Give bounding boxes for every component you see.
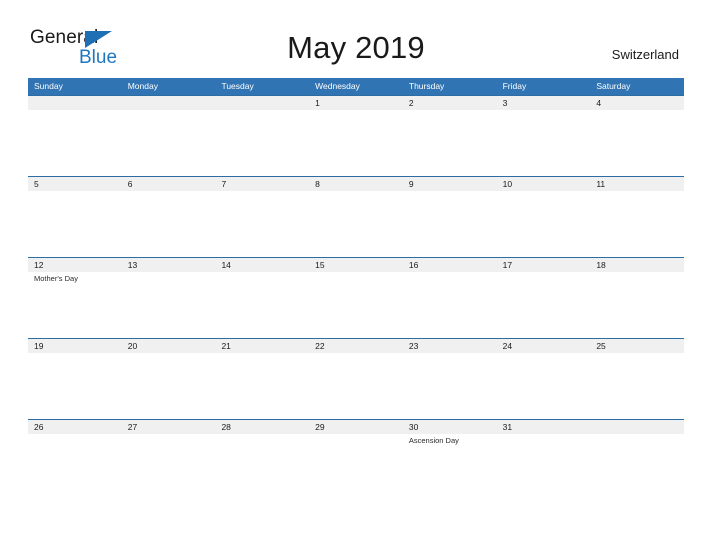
day-number[interactable]: 7	[215, 177, 309, 191]
day-number[interactable]: 11	[590, 177, 684, 191]
day-cell[interactable]	[403, 191, 497, 257]
day-cell[interactable]	[215, 110, 309, 176]
day-number[interactable]: 31	[497, 420, 591, 434]
calendar-grid: Sunday Monday Tuesday Wednesday Thursday…	[28, 78, 684, 500]
day-cell[interactable]	[122, 272, 216, 338]
weekday-header-row: Sunday Monday Tuesday Wednesday Thursday…	[28, 78, 684, 95]
weekday-saturday: Saturday	[596, 81, 631, 91]
day-number[interactable]: 17	[497, 258, 591, 272]
weekday-wednesday: Wednesday	[315, 81, 360, 91]
day-cell[interactable]	[590, 191, 684, 257]
weekday-sunday: Sunday	[34, 81, 63, 91]
day-number[interactable]: 30	[403, 420, 497, 434]
day-cell[interactable]	[215, 353, 309, 419]
day-number[interactable]: 23	[403, 339, 497, 353]
day-number[interactable]: 22	[309, 339, 403, 353]
day-number[interactable]: 4	[590, 96, 684, 110]
weekday-friday: Friday	[502, 81, 527, 91]
day-number[interactable]: 18	[590, 258, 684, 272]
day-number[interactable]: 13	[122, 258, 216, 272]
week-event-band: Ascension Day	[28, 434, 684, 500]
day-cell[interactable]	[28, 434, 122, 500]
event-label: Ascension Day	[408, 436, 459, 445]
day-cell[interactable]: Ascension Day	[403, 434, 497, 500]
day-number[interactable]: 2	[403, 96, 497, 110]
weekday-tuesday: Tuesday	[221, 81, 254, 91]
day-cell[interactable]	[403, 353, 497, 419]
day-number[interactable]: 8	[309, 177, 403, 191]
day-cell[interactable]	[497, 434, 591, 500]
day-number[interactable]: 12	[28, 258, 122, 272]
day-number[interactable]: 27	[122, 420, 216, 434]
day-number[interactable]: 6	[122, 177, 216, 191]
day-cell[interactable]	[590, 272, 684, 338]
day-cell[interactable]: Mother's Day	[28, 272, 122, 338]
day-cell[interactable]	[497, 110, 591, 176]
week-date-band: 1 2 3 4	[28, 96, 684, 110]
day-cell[interactable]	[497, 353, 591, 419]
weekday-thursday: Thursday	[408, 81, 445, 91]
day-cell[interactable]	[309, 110, 403, 176]
day-cell[interactable]	[403, 110, 497, 176]
day-cell[interactable]	[590, 353, 684, 419]
week-event-band	[28, 110, 684, 176]
day-cell[interactable]	[215, 272, 309, 338]
page-header: General Blue May 2019 Switzerland	[0, 0, 712, 78]
day-number[interactable]: 19	[28, 339, 122, 353]
week-event-band	[28, 353, 684, 419]
day-number[interactable]: 29	[309, 420, 403, 434]
day-cell[interactable]	[122, 353, 216, 419]
day-number[interactable]: 1	[309, 96, 403, 110]
day-number[interactable]: 25	[590, 339, 684, 353]
day-number[interactable]: 14	[215, 258, 309, 272]
day-cell[interactable]	[497, 191, 591, 257]
day-cell[interactable]	[122, 191, 216, 257]
day-number[interactable]: 9	[403, 177, 497, 191]
location-label: Switzerland	[611, 47, 679, 62]
day-cell[interactable]	[590, 110, 684, 176]
day-cell[interactable]	[497, 272, 591, 338]
day-number[interactable]: 28	[215, 420, 309, 434]
week-date-band: 5 6 7 8 9 10 11	[28, 177, 684, 191]
day-cell[interactable]	[215, 434, 309, 500]
week-event-band	[28, 191, 684, 257]
day-cell[interactable]	[309, 353, 403, 419]
day-cell[interactable]	[122, 434, 216, 500]
page-title: May 2019	[287, 30, 425, 65]
weekday-monday: Monday	[127, 81, 158, 91]
event-label: Mother's Day	[34, 274, 78, 283]
day-cell[interactable]	[590, 434, 684, 500]
day-number[interactable]	[215, 96, 309, 110]
day-number[interactable]: 5	[28, 177, 122, 191]
week-row: 5 6 7 8 9 10 11	[28, 176, 684, 257]
day-cell[interactable]	[309, 434, 403, 500]
day-number[interactable]: 21	[215, 339, 309, 353]
week-date-band: 12 13 14 15 16 17 18	[28, 258, 684, 272]
day-number[interactable]	[122, 96, 216, 110]
day-cell[interactable]	[28, 353, 122, 419]
day-number[interactable]: 16	[403, 258, 497, 272]
week-date-band: 26 27 28 29 30 31	[28, 420, 684, 434]
day-number[interactable]	[28, 96, 122, 110]
day-cell[interactable]	[28, 110, 122, 176]
day-cell[interactable]	[309, 191, 403, 257]
day-number[interactable]: 24	[497, 339, 591, 353]
day-number[interactable]	[590, 420, 684, 434]
day-cell[interactable]	[309, 272, 403, 338]
day-number[interactable]: 10	[497, 177, 591, 191]
day-number[interactable]: 20	[122, 339, 216, 353]
day-cell[interactable]	[215, 191, 309, 257]
day-cell[interactable]	[403, 272, 497, 338]
day-cell[interactable]	[28, 191, 122, 257]
week-date-band: 19 20 21 22 23 24 25	[28, 339, 684, 353]
day-number[interactable]: 3	[497, 96, 591, 110]
week-event-band: Mother's Day	[28, 272, 684, 338]
day-number[interactable]: 15	[309, 258, 403, 272]
week-row: 1 2 3 4	[28, 95, 684, 176]
day-number[interactable]: 26	[28, 420, 122, 434]
week-row: 26 27 28 29 30 31 Ascension Day	[28, 419, 684, 500]
day-cell[interactable]	[122, 110, 216, 176]
week-row: 12 13 14 15 16 17 18 Mother's Day	[28, 257, 684, 338]
week-row: 19 20 21 22 23 24 25	[28, 338, 684, 419]
